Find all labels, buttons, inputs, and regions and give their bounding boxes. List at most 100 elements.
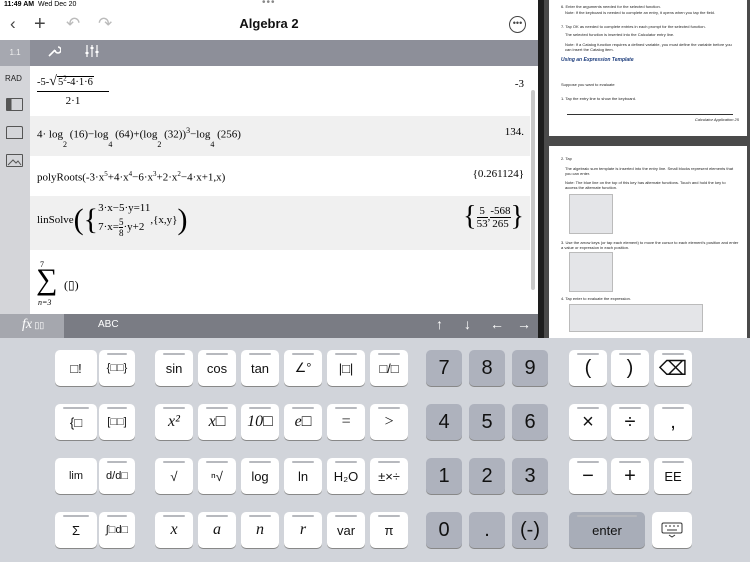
pi-key[interactable]: π xyxy=(370,512,408,548)
system-key[interactable]: {□ xyxy=(55,404,97,440)
tab-fx[interactable]: fx ▯▯ xyxy=(0,314,64,338)
history-expression: 4· log2 (16)−log4 (64)+(log2 (32))3−log4… xyxy=(37,126,241,149)
digit-key-2-0[interactable]: 1 xyxy=(426,458,462,494)
square-key[interactable]: x² xyxy=(155,404,193,440)
angle-mode[interactable]: RAD xyxy=(5,74,22,83)
var-key[interactable]: var xyxy=(327,512,365,548)
divide-key[interactable]: ÷ xyxy=(611,404,649,440)
sidebar: RAD xyxy=(0,66,30,314)
digit-key-1-2[interactable]: 6 xyxy=(512,404,548,440)
guidebook-panel: 6. Enter the arguments needed for the se… xyxy=(544,0,750,338)
enter-key[interactable]: enter xyxy=(569,512,645,548)
history-row[interactable]: -5-√52-4·1·6 2·1 -3 xyxy=(30,66,530,116)
greater-than-key[interactable]: > xyxy=(370,404,408,440)
history-result: { 5 53 , -568 265 } xyxy=(463,201,524,232)
operators-key[interactable]: ±×÷ xyxy=(370,458,408,494)
exp-key[interactable]: e□ xyxy=(284,404,322,440)
doc-line: Note: The blue line on the top of this k… xyxy=(565,180,726,190)
calculator-view-icon[interactable] xyxy=(6,98,23,111)
doc-line: 2. Tap xyxy=(561,156,572,161)
var-r-key[interactable]: r xyxy=(284,512,322,548)
keyboard-icon[interactable] xyxy=(652,512,692,548)
history-result: 134. xyxy=(504,126,524,138)
doc-page: 6. Enter the arguments needed for the se… xyxy=(549,0,747,136)
tan-key[interactable]: tan xyxy=(241,350,279,386)
factorial-key[interactable]: □! xyxy=(55,350,97,386)
doc-screenshot xyxy=(569,252,613,292)
history-row[interactable]: 4· log2 (16)−log4 (64)+(log2 (32))3−log4… xyxy=(30,116,530,156)
minus-key[interactable]: − xyxy=(569,458,607,494)
digit-key-1-1[interactable]: 5 xyxy=(469,404,505,440)
sum-lower-limit[interactable]: n=3 xyxy=(38,298,51,307)
sum-body-slot[interactable]: (▯) xyxy=(64,278,79,293)
plus-key[interactable]: + xyxy=(611,458,649,494)
status-time: 11:49 AM xyxy=(4,1,35,8)
digit-key-0-2[interactable]: 9 xyxy=(512,350,548,386)
equals-key[interactable]: = xyxy=(327,404,365,440)
open-paren-key[interactable]: ( xyxy=(569,350,607,386)
power-key[interactable]: x□ xyxy=(198,404,236,440)
var-x-key[interactable]: x xyxy=(155,512,193,548)
document-title: Algebra 2 xyxy=(239,16,299,31)
multitask-handle[interactable]: ••• xyxy=(262,0,276,8)
var-a-key[interactable]: a xyxy=(198,512,236,548)
chem-key[interactable]: H₂O xyxy=(327,458,365,494)
angle-key[interactable]: ∠° xyxy=(284,350,322,386)
limit-key[interactable]: lim xyxy=(55,458,97,494)
digit-key-2-2[interactable]: 3 xyxy=(512,458,548,494)
doc-line: Note: If a Catalog function requires a d… xyxy=(565,42,732,52)
doc-screenshot xyxy=(569,194,613,234)
history-scrollbar[interactable] xyxy=(531,90,535,290)
close-paren-key[interactable]: ) xyxy=(611,350,649,386)
doc-line: Suppose you want to evaluate xyxy=(561,82,615,87)
image-icon[interactable] xyxy=(6,154,23,167)
digit-key-0-1[interactable]: 8 xyxy=(469,350,505,386)
sum-key[interactable]: Σ xyxy=(55,512,97,548)
history-expression: linSolve({ 3·x−5·y=11 7·x= 5 8 ·y+2 ,{x,y}) xyxy=(37,202,188,238)
fraction-key[interactable]: □/□ xyxy=(370,350,408,386)
arrow-left-icon[interactable]: ← xyxy=(490,316,504,332)
arrow-right-icon[interactable]: → xyxy=(517,316,531,332)
arrow-up-icon[interactable]: ↑ xyxy=(436,316,443,332)
more-icon[interactable]: ••• xyxy=(509,16,526,33)
digit-key-0-0[interactable]: 7 xyxy=(426,350,462,386)
tab-abc[interactable]: ABC xyxy=(98,319,119,330)
multiply-key[interactable]: × xyxy=(569,404,607,440)
digit-key-2-1[interactable]: 2 xyxy=(469,458,505,494)
sin-key[interactable]: sin xyxy=(155,350,193,386)
ln-key[interactable]: ln xyxy=(284,458,322,494)
matrix-key[interactable]: [□□] xyxy=(99,404,135,440)
digit-key-3-0[interactable]: 0 xyxy=(426,512,462,548)
digit-key-3-2[interactable]: (-) xyxy=(512,512,548,548)
arrow-down-icon[interactable]: ↓ xyxy=(464,316,471,332)
sliders-icon[interactable] xyxy=(84,44,100,62)
comma-key[interactable]: , xyxy=(654,404,692,440)
doc-line: 7. Tap OK as needed to complete entries … xyxy=(561,24,706,29)
ten-power-key[interactable]: 10□ xyxy=(241,404,279,440)
backspace-icon[interactable]: ⌫ xyxy=(654,350,692,386)
doc-line: 6. Enter the arguments needed for the se… xyxy=(561,4,661,9)
log-key[interactable]: log xyxy=(241,458,279,494)
history-row[interactable]: polyRoots(-3·x5+4·x4−6·x3+2·x2−4·x+1,x) … xyxy=(30,156,530,196)
page-indicator[interactable]: 1.1 xyxy=(0,40,30,66)
piecewise-key[interactable]: {□□} xyxy=(99,350,135,386)
entry-line[interactable]: 7 ∑ (▯) n=3 xyxy=(30,254,530,314)
derivative-key[interactable]: d/d□ xyxy=(99,458,135,494)
abs-key[interactable]: |□| xyxy=(327,350,365,386)
doc-line: 4. Tap enter to evaluate the expression. xyxy=(561,296,631,301)
book-icon[interactable] xyxy=(6,126,23,139)
sqrt-key[interactable]: √ xyxy=(155,458,193,494)
calculator-app: ‹ + ↶ ↷ Algebra 2 ••• 1.1 RAD -5-√52-4·1… xyxy=(0,10,538,338)
history-row[interactable]: linSolve({ 3·x−5·y=11 7·x= 5 8 ·y+2 ,{x,y})… xyxy=(30,196,530,250)
nth-root-key[interactable]: ⁿ√ xyxy=(198,458,236,494)
status-date: Wed Dec 20 xyxy=(38,1,77,8)
integral-key[interactable]: ∫□d□ xyxy=(99,512,135,548)
doc-screenshot xyxy=(569,304,703,332)
doc-rule xyxy=(567,114,733,115)
wrench-icon[interactable] xyxy=(47,44,62,62)
cos-key[interactable]: cos xyxy=(198,350,236,386)
digit-key-3-1[interactable]: . xyxy=(469,512,505,548)
var-n-key[interactable]: n xyxy=(241,512,279,548)
digit-key-1-0[interactable]: 4 xyxy=(426,404,462,440)
ee-key[interactable]: EE xyxy=(654,458,692,494)
